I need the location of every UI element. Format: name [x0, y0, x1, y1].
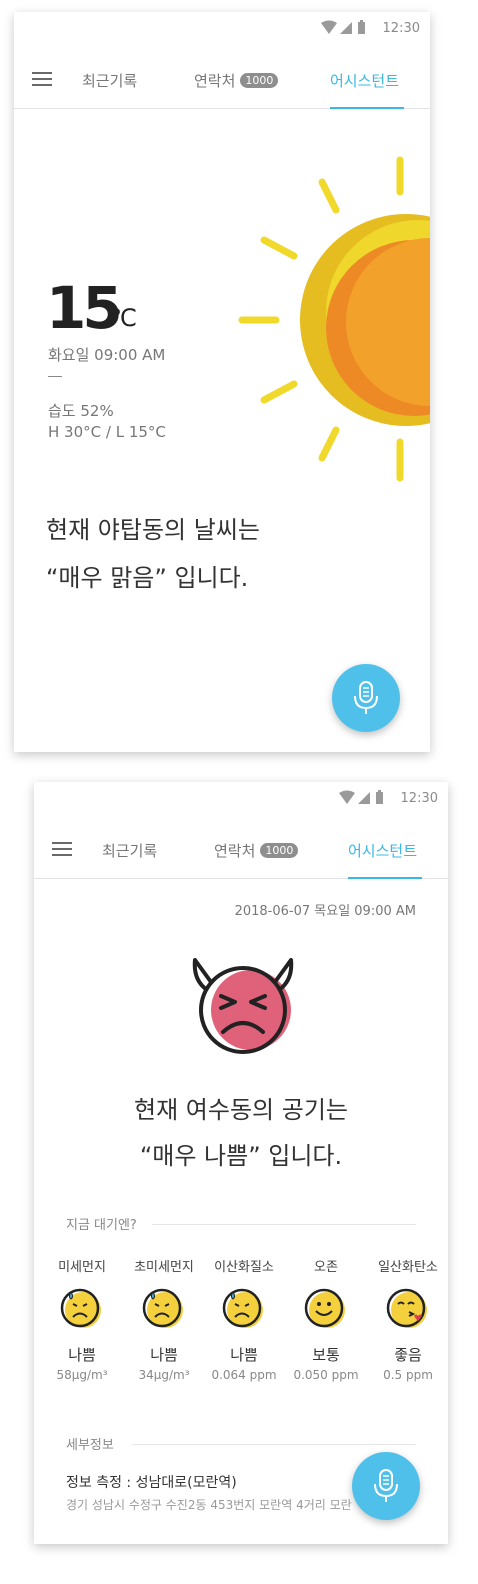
- section-label-detail: 세부정보: [66, 1438, 114, 1453]
- status-bar: 12:30: [34, 782, 448, 816]
- sad-sweat-face-icon: [202, 1286, 286, 1336]
- section-label-now: 지금 대기엔?: [66, 1218, 137, 1233]
- sad-sweat-face-icon: [40, 1286, 124, 1336]
- tab-recent[interactable]: 최근기록: [102, 840, 157, 861]
- microphone-icon: [374, 1469, 398, 1502]
- pollutant-status: 나쁨: [230, 1346, 258, 1364]
- air-quality-item[interactable]: 오존보통 0.050 ppm: [284, 1256, 368, 1382]
- pollutant-status: 보통: [312, 1346, 340, 1364]
- air-quality-item[interactable]: 일산화탄소좋음 0.5 ppm: [366, 1256, 448, 1382]
- tab-assistant[interactable]: 어시스턴트: [348, 840, 417, 861]
- pollutant-value: 0.064 ppm: [211, 1368, 277, 1382]
- pollutant-status: 나쁨: [150, 1346, 178, 1364]
- pollutant-value: 34μg/m³: [138, 1368, 190, 1382]
- kiss-face-icon: [366, 1286, 448, 1336]
- station-address: 경기 성남시 수정구 수진2동 453번지 모란역 4거리 모란: [66, 1498, 352, 1512]
- tab-contacts[interactable]: 연락처 1000: [194, 70, 279, 91]
- active-tab-indicator: [348, 877, 422, 879]
- menu-icon[interactable]: [32, 72, 52, 86]
- voice-input-button[interactable]: [352, 1452, 420, 1520]
- microphone-icon: [354, 681, 378, 714]
- station-info: 정보 측정 : 성남대로(모란역): [66, 1475, 237, 1491]
- air-quality-screen: 12:30 최근기록 연락처 1000 어시스턴트 2018-06-07 목요일 …: [34, 782, 448, 1544]
- contacts-count-badge: 1000: [240, 73, 279, 88]
- pollutant-value: 0.5 ppm: [383, 1368, 433, 1382]
- high-low-temp: H 30°C / L 15°C: [48, 423, 166, 441]
- air-datetime: 2018-06-07 목요일 09:00 AM: [234, 904, 416, 919]
- tab-recent[interactable]: 최근기록: [82, 70, 137, 91]
- status-bar: 12:30: [14, 12, 430, 46]
- top-nav: 최근기록 연락처 1000 어시스턴트: [14, 54, 430, 109]
- divider: [152, 1224, 416, 1225]
- air-headline-line2: “매우 나쁨” 입니다.: [139, 1142, 343, 1170]
- pollutant-name: 미세먼지: [58, 1260, 106, 1275]
- status-icons: [320, 20, 368, 40]
- divider: [48, 376, 62, 377]
- angry-devil-face-icon: [192, 958, 294, 1054]
- humidity: 습도 52%: [48, 402, 114, 420]
- smile-face-icon: [284, 1286, 368, 1336]
- tab-assistant[interactable]: 어시스턴트: [330, 70, 399, 91]
- status-time: 12:30: [400, 791, 438, 806]
- pollutant-name: 일산화탄소: [378, 1260, 438, 1275]
- air-quality-item[interactable]: 미세먼지나쁨 58μg/m³: [40, 1256, 124, 1382]
- top-nav: 최근기록 연락처 1000 어시스턴트: [34, 824, 448, 879]
- status-time: 12:30: [382, 21, 420, 36]
- pollutant-name: 오존: [314, 1260, 338, 1275]
- contacts-count-badge: 1000: [260, 843, 299, 858]
- weather-headline-line1: 현재 야탑동의 날씨는: [46, 516, 260, 544]
- temperature-unit: ℃: [110, 304, 137, 332]
- sad-sweat-face-icon: [122, 1286, 206, 1336]
- weather-datetime: 화요일 09:00 AM: [48, 346, 166, 364]
- menu-icon[interactable]: [52, 842, 72, 856]
- air-headline-line1: 현재 여수동의 공기는: [134, 1096, 348, 1124]
- active-tab-indicator: [330, 107, 404, 109]
- pollutant-status: 나쁨: [68, 1346, 96, 1364]
- weather-screen: 12:30 최근기록 연락처 1000 어시스턴트 15 ℃ 화요일 09:00 …: [14, 12, 430, 752]
- pollutant-name: 초미세먼지: [134, 1260, 194, 1275]
- pollutant-value: 58μg/m³: [56, 1368, 108, 1382]
- pollutant-status: 좋음: [394, 1346, 422, 1364]
- weather-headline-line2: “매우 맑음” 입니다.: [46, 564, 249, 592]
- tab-contacts[interactable]: 연락처 1000: [214, 840, 299, 861]
- tab-contacts-label: 연락처: [214, 842, 256, 860]
- status-icons: [338, 790, 386, 810]
- voice-input-button[interactable]: [332, 664, 400, 732]
- divider: [132, 1444, 416, 1445]
- temperature-value: 15: [46, 274, 123, 342]
- pollutant-name: 이산화질소: [214, 1260, 274, 1275]
- pollutant-value: 0.050 ppm: [293, 1368, 359, 1382]
- air-quality-item[interactable]: 초미세먼지나쁨 34μg/m³: [122, 1256, 206, 1382]
- air-quality-item[interactable]: 이산화질소나쁨 0.064 ppm: [202, 1256, 286, 1382]
- tab-contacts-label: 연락처: [194, 72, 236, 90]
